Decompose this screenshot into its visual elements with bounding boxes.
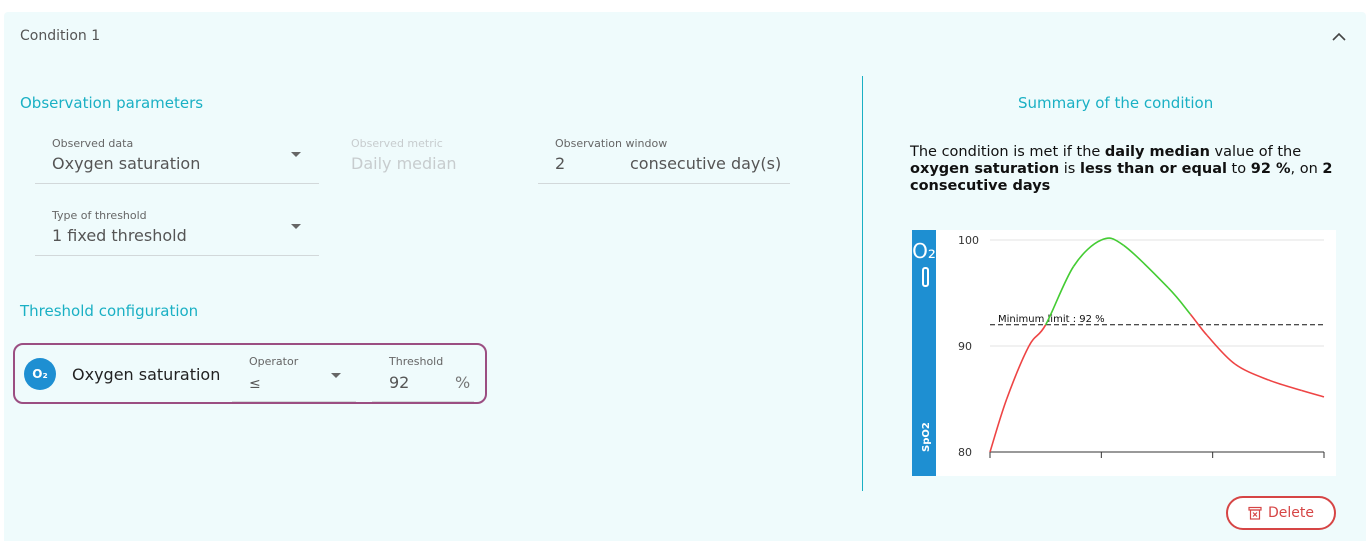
y-tick-label: 100 (958, 234, 979, 247)
spo2-line-segment (1028, 324, 1047, 347)
field-underline (538, 183, 790, 184)
spo2-line-segment (1206, 334, 1236, 365)
observed-metric-label: Observed metric (351, 137, 443, 150)
spo2-line-segment (1072, 239, 1102, 267)
threshold-label: Minimum limit : 92 % (998, 314, 1105, 325)
summary-part: The condition is met if the (910, 144, 1105, 160)
threshold-label: Threshold (389, 355, 444, 368)
field-underline (232, 401, 356, 402)
observation-window-field[interactable]: Observation window 2 consecutive day(s) (538, 137, 790, 185)
observation-section-title: Observation parameters (20, 94, 204, 112)
observed-metric-value: Daily median (351, 154, 457, 173)
threshold-input[interactable]: Threshold 92 % (372, 355, 474, 403)
summary-part-bold: less than or equal (1079, 161, 1227, 177)
chevron-up-icon[interactable] (1328, 28, 1350, 46)
dropdown-arrow-icon[interactable] (331, 373, 341, 378)
summary-part-bold: oxygen saturation (910, 161, 1060, 177)
spo2-line-segment (989, 398, 1008, 453)
summary-part: , on (1290, 161, 1323, 177)
summary-part-bold: daily median (1104, 144, 1210, 160)
oxygen-symbol: O₂ (912, 239, 936, 263)
dropdown-arrow-icon[interactable] (291, 224, 301, 229)
field-underline (35, 183, 319, 184)
oxygen-badge-icon: O₂ (24, 358, 56, 390)
threshold-config-row: O₂ Oxygen saturation Operator ≤ Threshol… (13, 343, 487, 404)
dropdown-arrow-icon[interactable] (291, 152, 301, 157)
summary-text: The condition is met if the daily median… (910, 144, 1340, 195)
vertical-divider (862, 76, 863, 491)
summary-part-bold: 92 % (1250, 161, 1291, 177)
spo2-line-segment (1005, 345, 1030, 400)
threshold-value[interactable]: 92 (389, 373, 409, 392)
observation-window-label: Observation window (555, 137, 668, 150)
chart-svg: O₂ SpO2 80 90 100 Minimum limit : 92 % (912, 230, 1325, 476)
observed-data-label: Observed data (52, 137, 134, 150)
delete-label: Delete (1268, 505, 1314, 521)
threshold-type-select[interactable]: Type of threshold 1 fixed threshold (35, 209, 319, 257)
condition-title: Condition 1 (20, 28, 101, 44)
trash-icon (1248, 506, 1262, 520)
operator-label: Operator (249, 355, 299, 368)
threshold-section-title: Threshold configuration (20, 302, 199, 320)
threshold-metric-name: Oxygen saturation (72, 365, 221, 384)
delete-button[interactable]: Delete (1226, 496, 1336, 530)
spo2-label: SpO2 (921, 422, 932, 452)
spo2-line-segment (1301, 389, 1325, 398)
field-underline (372, 401, 474, 402)
spo2-line-segment (1167, 287, 1192, 315)
operator-value: ≤ (249, 376, 261, 392)
y-tick-label: 80 (958, 446, 972, 459)
operator-select[interactable]: Operator ≤ (232, 355, 356, 403)
field-underline (35, 255, 319, 256)
spo2-line-segment (1234, 363, 1269, 381)
threshold-type-label: Type of threshold (52, 209, 147, 222)
observed-data-select[interactable]: Observed data Oxygen saturation (35, 137, 319, 185)
threshold-type-value: 1 fixed threshold (52, 226, 187, 245)
spo2-chart: O₂ SpO2 80 90 100 Minimum limit : 92 % (912, 230, 1336, 476)
observed-data-value: Oxygen saturation (52, 154, 201, 173)
threshold-unit: % (455, 373, 471, 392)
spo2-line-segment (1123, 244, 1169, 289)
observed-metric-field: Observed metric Daily median (334, 137, 524, 185)
summary-part: value of the (1209, 144, 1302, 160)
summary-part: is (1059, 161, 1080, 177)
summary-part: to (1226, 161, 1251, 177)
spo2-line-segment (1101, 237, 1125, 246)
y-tick-label: 90 (958, 340, 972, 353)
observation-window-unit: consecutive day(s) (630, 154, 782, 173)
summary-title: Summary of the condition (1018, 94, 1214, 112)
spo2-line-segment (1268, 379, 1302, 392)
observation-window-value[interactable]: 2 (555, 154, 565, 173)
